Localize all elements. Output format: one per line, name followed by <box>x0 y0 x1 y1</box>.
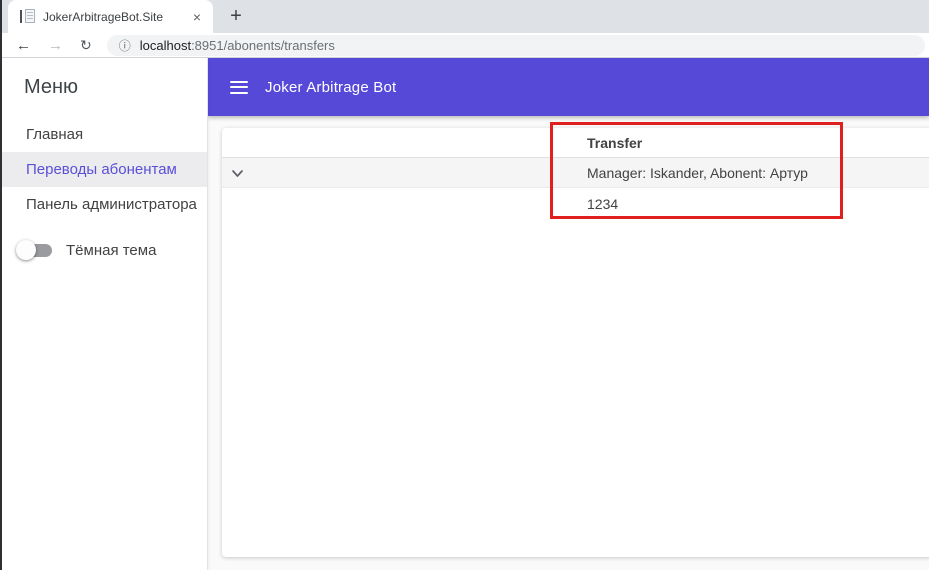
row-detail-value: 1234 <box>587 195 619 212</box>
close-tab-icon[interactable]: × <box>191 9 203 25</box>
back-icon[interactable]: ← <box>16 38 31 53</box>
chevron-down-icon[interactable] <box>230 166 245 181</box>
row-summary: Manager: Iskander, Abonent: Артур <box>587 164 808 181</box>
new-tab-button[interactable]: + <box>224 5 248 29</box>
dark-theme-label: Тёмная тема <box>66 241 157 259</box>
browser-tab[interactable]: JokerArbitrageBot.Site × <box>8 0 213 33</box>
page-content: Меню Главная Переводы абонентам Панель а… <box>0 58 929 570</box>
url-host: localhost <box>139 37 192 53</box>
url-text[interactable]: localhost:8951/abonents/transfers <box>140 38 335 53</box>
browser-toolbar: ← → ↻ ⓘ localhost:8951/abonents/transfer… <box>0 33 929 57</box>
menu-hamburger-icon[interactable] <box>230 80 248 94</box>
dark-theme-switch[interactable] <box>16 237 54 263</box>
forward-icon: → <box>48 36 63 54</box>
column-header-transfer: Transfer <box>587 134 643 151</box>
sidebar-title: Меню <box>24 76 79 98</box>
site-favicon-icon <box>20 8 35 25</box>
sidebar-item-admin-panel[interactable]: Панель администратора <box>0 187 207 222</box>
window-left-edge <box>0 0 2 570</box>
dark-theme-toggle-row: Тёмная тема <box>0 237 207 263</box>
row-expanded-detail: 1234 <box>222 188 929 219</box>
address-bar[interactable]: ⓘ localhost:8951/abonents/transfers <box>106 34 925 56</box>
sidebar-drawer: Меню Главная Переводы абонентам Панель а… <box>0 58 208 570</box>
tab-title: JokerArbitrageBot.Site <box>43 9 164 24</box>
sidebar-item-transfers[interactable]: Переводы абонентам <box>0 152 207 187</box>
sidebar-menu: Главная Переводы абонентам Панель админи… <box>0 117 207 222</box>
switch-thumb[interactable] <box>16 240 36 260</box>
browser-tab-strip: JokerArbitrageBot.Site × + <box>0 0 929 33</box>
page-info-icon[interactable]: ⓘ <box>119 37 131 54</box>
transfers-table-card: Transfer Manager: Iskander, Abonent: Арт… <box>222 128 929 557</box>
table-header-row: Transfer <box>222 128 929 158</box>
app-title: Joker Arbitrage Bot <box>265 78 397 96</box>
main-area: Joker Arbitrage Bot Transfer Manager: Is… <box>208 58 929 570</box>
reload-icon[interactable]: ↻ <box>80 38 92 52</box>
table-row[interactable]: Manager: Iskander, Abonent: Артур <box>222 158 929 188</box>
sidebar-item-home[interactable]: Главная <box>0 117 207 152</box>
url-path: :8951/abonents/transfers <box>191 37 335 53</box>
app-bar: Joker Arbitrage Bot <box>208 58 929 116</box>
